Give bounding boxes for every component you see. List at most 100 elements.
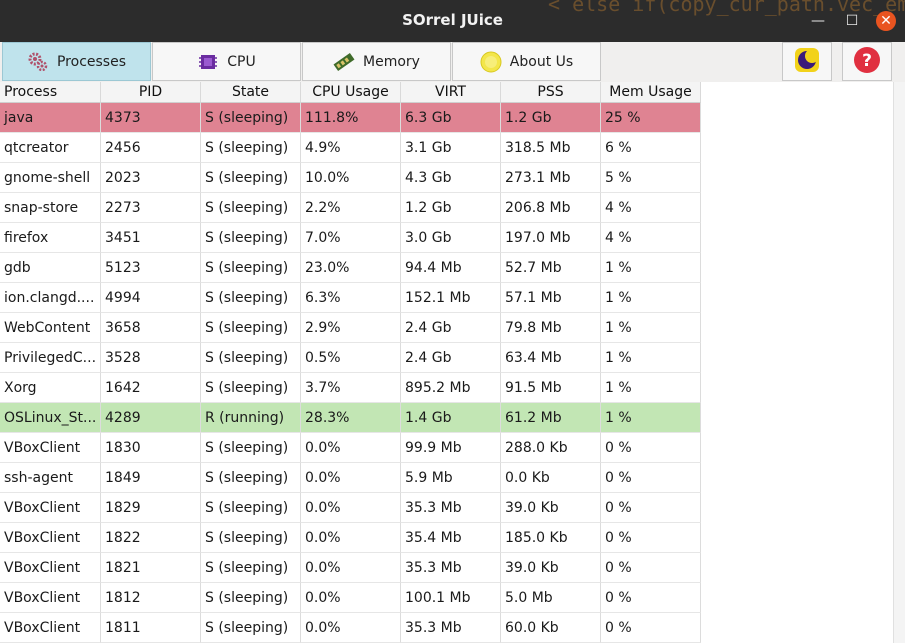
- cell-pss: 39.0 Kb: [501, 493, 601, 523]
- cell-virt: 100.1 Mb: [401, 583, 501, 613]
- cell-state: S (sleeping): [201, 433, 301, 463]
- table-row[interactable]: gnome-shell 2023 S (sleeping) 10.0% 4.3 Gb 27…: [0, 163, 701, 193]
- cell-pid: 4289: [101, 403, 201, 433]
- table-row[interactable]: VBoxClient 1811 S (sleeping) 0.0% 35.3 Mb 60.…: [0, 613, 701, 643]
- cell-process-name: WebContent: [0, 313, 101, 343]
- cell-process-name: java: [0, 103, 101, 133]
- table-row[interactable]: OSLinux_St... 4289 R (running) 28.3% 1.4 Gb 6…: [0, 403, 701, 433]
- cell-pid: 1642: [101, 373, 201, 403]
- cell-mem-usage: 0 %: [601, 433, 701, 463]
- tab-memory[interactable]: Memory: [302, 42, 451, 81]
- about-us-smiley-icon: [480, 51, 502, 73]
- table-row[interactable]: firefox 3451 S (sleeping) 7.0% 3.0 Gb 197.0 M…: [0, 223, 701, 253]
- cell-pid: 2273: [101, 193, 201, 223]
- table-row[interactable]: Xorg 1642 S (sleeping) 3.7% 895.2 Mb 91.5 Mb 1…: [0, 373, 701, 403]
- cell-mem-usage: 1 %: [601, 373, 701, 403]
- theme-toggle-button[interactable]: [782, 42, 832, 81]
- app-window: < else if(copy_cur_path.vec_empt SOrrel …: [0, 0, 905, 643]
- table-header: Process namePIDStateCPU UsageVIRTPSSMem …: [0, 82, 701, 120]
- table-row[interactable]: PrivilegedC... 3528 S (sleeping) 0.5% 2.4 Gb…: [0, 343, 701, 373]
- cell-mem-usage: 25 %: [601, 103, 701, 133]
- cell-process-name: OSLinux_St...: [0, 403, 101, 433]
- cell-virt: 35.3 Mb: [401, 553, 501, 583]
- tab-cpu[interactable]: CPU: [152, 42, 301, 81]
- cell-pid: 2023: [101, 163, 201, 193]
- table-row[interactable]: VBoxClient 1822 S (sleeping) 0.0% 35.4 Mb 185…: [0, 523, 701, 553]
- cell-cpu-usage: 4.9%: [301, 133, 401, 163]
- cell-state: S (sleeping): [201, 553, 301, 583]
- cell-virt: 1.2 Gb: [401, 193, 501, 223]
- table-row[interactable]: ion.clangd.... 4994 S (sleeping) 6.3% 152.1 …: [0, 283, 701, 313]
- cell-pss: 1.2 Gb: [501, 103, 601, 133]
- cell-state: S (sleeping): [201, 463, 301, 493]
- cell-process-name: VBoxClient: [0, 613, 101, 643]
- cell-pss: 60.0 Kb: [501, 613, 601, 643]
- cell-mem-usage: 1 %: [601, 253, 701, 283]
- cell-state: R (running): [201, 403, 301, 433]
- cell-mem-usage: 1 %: [601, 403, 701, 433]
- cell-mem-usage: 1 %: [601, 343, 701, 373]
- cell-mem-usage: 0 %: [601, 493, 701, 523]
- cell-process-name: VBoxClient: [0, 583, 101, 613]
- cell-process-name: ssh-agent: [0, 463, 101, 493]
- cell-state: S (sleeping): [201, 193, 301, 223]
- cell-state: S (sleeping): [201, 373, 301, 403]
- column-header-cpu-usage[interactable]: CPU Usage: [301, 82, 401, 103]
- table-row[interactable]: java 4373 S (sleeping) 111.8% 6.3 Gb 1.2 Gb 25…: [0, 103, 701, 133]
- title-bar[interactable]: < else if(copy_cur_path.vec_empt SOrrel …: [0, 0, 905, 42]
- column-header-state[interactable]: State: [201, 82, 301, 103]
- cell-virt: 5.9 Mb: [401, 463, 501, 493]
- tab-about-us[interactable]: About Us: [452, 42, 601, 81]
- maximize-button[interactable]: ☐: [842, 11, 862, 31]
- cell-mem-usage: 4 %: [601, 223, 701, 253]
- close-button[interactable]: ✕: [876, 11, 896, 31]
- cell-cpu-usage: 2.9%: [301, 313, 401, 343]
- cell-state: S (sleeping): [201, 343, 301, 373]
- window-title: SOrrel JUice: [402, 11, 503, 29]
- cell-pid: 1849: [101, 463, 201, 493]
- help-button[interactable]: ?: [842, 42, 892, 81]
- column-header-pid[interactable]: PID: [101, 82, 201, 103]
- table-row[interactable]: VBoxClient 1812 S (sleeping) 0.0% 100.1 Mb 5.…: [0, 583, 701, 613]
- cell-state: S (sleeping): [201, 283, 301, 313]
- minimize-button[interactable]: —: [808, 11, 828, 31]
- table-row[interactable]: gdb 5123 S (sleeping) 23.0% 94.4 Mb 52.7 Mb 1 …: [0, 253, 701, 283]
- cell-process-name: qtcreator: [0, 133, 101, 163]
- cell-mem-usage: 0 %: [601, 583, 701, 613]
- question-mark-icon: ?: [853, 46, 881, 78]
- cell-virt: 35.3 Mb: [401, 493, 501, 523]
- cell-process-name: gdb: [0, 253, 101, 283]
- cell-state: S (sleeping): [201, 613, 301, 643]
- cell-virt: 3.1 Gb: [401, 133, 501, 163]
- table-row[interactable]: qtcreator 2456 S (sleeping) 4.9% 3.1 Gb 318.5…: [0, 133, 701, 163]
- table-row[interactable]: VBoxClient 1821 S (sleeping) 0.0% 35.3 Mb 39.…: [0, 553, 701, 583]
- cell-state: S (sleeping): [201, 313, 301, 343]
- cell-pss: 57.1 Mb: [501, 283, 601, 313]
- cell-pid: 1821: [101, 553, 201, 583]
- cell-mem-usage: 0 %: [601, 553, 701, 583]
- column-header-pss[interactable]: PSS: [501, 82, 601, 103]
- column-header-process-name[interactable]: Process name: [0, 82, 101, 120]
- tab-processes[interactable]: Processes: [2, 42, 151, 81]
- column-header-virt[interactable]: VIRT: [401, 82, 501, 103]
- vertical-scrollbar[interactable]: [893, 82, 905, 643]
- cell-pid: 3528: [101, 343, 201, 373]
- cell-pss: 288.0 Kb: [501, 433, 601, 463]
- cell-process-name: firefox: [0, 223, 101, 253]
- table-row[interactable]: VBoxClient 1829 S (sleeping) 0.0% 35.3 Mb 39.…: [0, 493, 701, 523]
- table-row[interactable]: WebContent 3658 S (sleeping) 2.9% 2.4 Gb 79.8…: [0, 313, 701, 343]
- table-row[interactable]: snap-store 2273 S (sleeping) 2.2% 1.2 Gb 206.…: [0, 193, 701, 223]
- table-row[interactable]: VBoxClient 1830 S (sleeping) 0.0% 99.9 Mb 288…: [0, 433, 701, 463]
- memory-ram-icon: [333, 51, 355, 73]
- cell-mem-usage: 1 %: [601, 313, 701, 343]
- cell-virt: 895.2 Mb: [401, 373, 501, 403]
- cell-pss: 5.0 Mb: [501, 583, 601, 613]
- cell-virt: 4.3 Gb: [401, 163, 501, 193]
- column-header-mem-usage[interactable]: Mem Usage: [601, 82, 701, 103]
- cell-pss: 79.8 Mb: [501, 313, 601, 343]
- tab-cpu-label: CPU: [227, 53, 256, 70]
- cell-pss: 185.0 Kb: [501, 523, 601, 553]
- cell-pid: 3658: [101, 313, 201, 343]
- cell-pid: 1822: [101, 523, 201, 553]
- table-row[interactable]: ssh-agent 1849 S (sleeping) 0.0% 5.9 Mb 0.0 K…: [0, 463, 701, 493]
